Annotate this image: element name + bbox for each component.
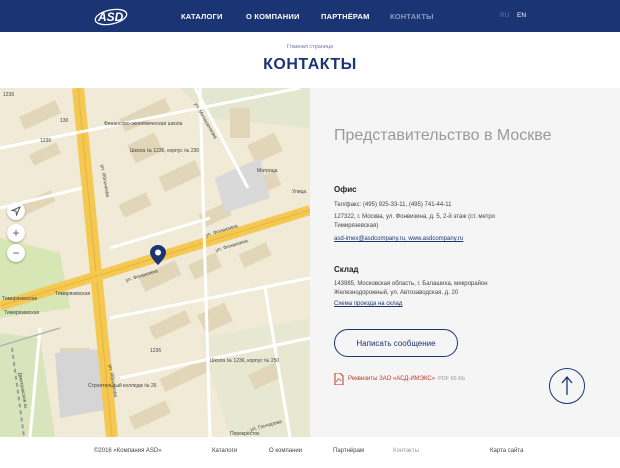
logo-text: ASD <box>97 10 124 24</box>
pdf-download[interactable]: Реквизиты ЗАО «АСД-ИМЭКС» PDF 65 Kb <box>334 373 465 385</box>
zoom-out-icon[interactable]: − <box>7 244 25 262</box>
footer-copyright: ©2016 «Компания ASD» <box>94 448 162 454</box>
footer-link-partners[interactable]: Партнёрам <box>333 448 364 454</box>
map-label: 1236 <box>3 92 15 98</box>
nav-contacts[interactable]: КОНТАКТЫ <box>390 12 434 21</box>
map-label: Строительный колледж № 26 <box>88 383 157 389</box>
location-arrow-icon[interactable] <box>7 202 25 220</box>
page-title: КОНТАКТЫ <box>263 56 357 73</box>
map-label: Тимирязевская <box>55 291 91 297</box>
warehouse-map-link[interactable]: Схема проезда на склад <box>334 301 402 307</box>
map-label: 1236 <box>40 138 52 144</box>
lang-en[interactable]: EN <box>517 12 526 19</box>
map-label: Улица <box>292 189 307 195</box>
zoom-in-icon[interactable]: + <box>7 224 25 242</box>
map-label: Школа № 1236, корпус № 250 <box>210 358 280 364</box>
warehouse-heading: Склад <box>334 265 359 274</box>
office-address: 127322, г. Москва, ул. Фонвизина, д. 5, … <box>334 214 496 229</box>
pdf-size: PDF 65 Kb <box>438 376 465 382</box>
pdf-label[interactable]: Реквизиты ЗАО «АСД-ИМЭКС» <box>348 376 435 382</box>
footer-link-contacts[interactable]: Контакты <box>393 448 419 454</box>
nav-about[interactable]: О КОМПАНИИ <box>246 12 300 21</box>
warehouse-address: 143985, Московская область, г. Балашиха,… <box>334 281 488 296</box>
office-heading: Офис <box>334 185 357 194</box>
scroll-top-button[interactable] <box>549 368 585 404</box>
asd-logo[interactable]: ASD <box>94 6 128 26</box>
breadcrumb[interactable]: Главная страница <box>0 44 620 50</box>
map-label: Тимирязевская <box>4 310 40 316</box>
map-label: Тимирязевская <box>2 296 38 302</box>
pdf-icon <box>334 373 344 385</box>
footer-link-sitemap[interactable]: Карта сайта <box>490 448 523 454</box>
footer-link-about[interactable]: О компании <box>269 448 302 454</box>
office-title: Представительство в Москве <box>334 127 552 144</box>
map[interactable]: ул. Яблочкова ул. Яблочкова ул. Милашенк… <box>0 88 310 437</box>
arrow-up-icon <box>561 376 573 395</box>
map-label: Матрица <box>257 168 278 174</box>
nav-partners[interactable]: ПАРТНЁРАМ <box>321 12 370 21</box>
nav-catalogs[interactable]: КАТАЛОГИ <box>181 12 223 21</box>
contacts-panel: Представительство в Москве Офис Тел/факс… <box>310 88 620 437</box>
footer: ©2016 «Компания ASD» Каталоги О компании… <box>0 437 620 468</box>
map-label: Финансово-экономическая школа <box>104 121 183 127</box>
footer-link-catalogs[interactable]: Каталоги <box>212 448 237 454</box>
map-pin-icon[interactable] <box>150 245 166 265</box>
map-label: 130 <box>60 118 69 124</box>
office-links[interactable]: asd-imex@asdcompany.ru, www.asdcompany.r… <box>334 236 463 242</box>
top-navbar: ASD КАТАЛОГИ О КОМПАНИИ ПАРТНЁРАМ КОНТАК… <box>0 0 620 32</box>
map-label: Школа № 1236, корпус № 230 <box>130 148 200 154</box>
write-message-button[interactable]: Написать сообщение <box>334 329 458 357</box>
lang-ru[interactable]: RU <box>500 12 509 19</box>
office-phone: Тел/факс: (495) 925-33-11, (495) 741-44-… <box>334 202 452 208</box>
map-label: 1236 <box>150 348 162 354</box>
